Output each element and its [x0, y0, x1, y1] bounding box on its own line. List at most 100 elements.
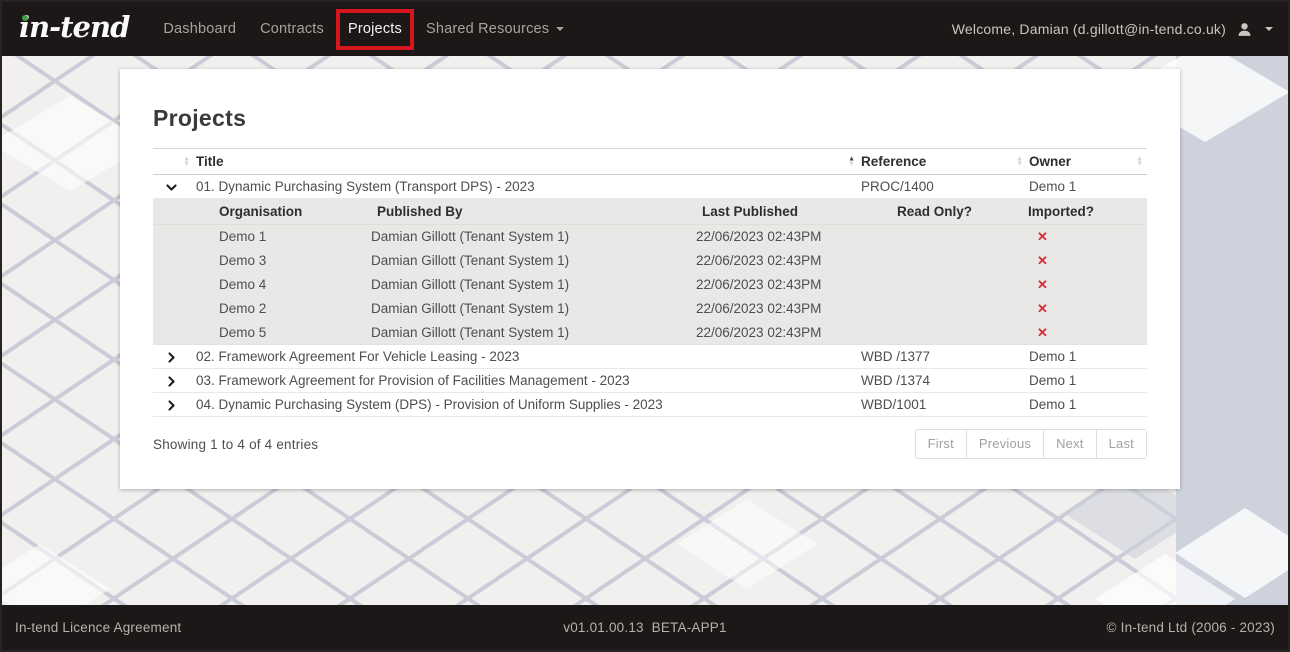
publication-imported-cell: ✕: [1014, 225, 1147, 249]
publication-last-published-cell: 22/06/2023 02:43PM: [694, 321, 889, 345]
subtable-header-organisation: Organisation: [153, 199, 369, 225]
publication-row: Demo 5Damian Gillott (Tenant System 1)22…: [153, 321, 1147, 345]
publication-organisation-cell: Demo 5: [153, 321, 369, 345]
chevron-down-icon: [165, 181, 178, 194]
expanded-detail-row: OrganisationPublished ByLast PublishedRe…: [153, 199, 1147, 345]
project-title-cell: 03. Framework Agreement for Provision of…: [194, 369, 859, 393]
project-reference-cell: PROC/1400: [859, 175, 1027, 199]
row-expander[interactable]: [153, 393, 194, 417]
publication-row: Demo 1Damian Gillott (Tenant System 1)22…: [153, 225, 1147, 249]
x-icon: ✕: [1037, 301, 1048, 316]
entries-summary: Showing 1 to 4 of 4 entries: [153, 437, 318, 452]
project-title-cell: 02. Framework Agreement For Vehicle Leas…: [194, 345, 859, 369]
project-reference-cell: WBD /1374: [859, 369, 1027, 393]
project-owner-cell: Demo 1: [1027, 369, 1147, 393]
footer-copyright: © In-tend Ltd (2006 - 2023): [1107, 620, 1275, 635]
project-row: 04. Dynamic Purchasing System (DPS) - Pr…: [153, 393, 1147, 417]
publication-imported-cell: ✕: [1014, 249, 1147, 273]
nav-item-dashboard[interactable]: Dashboard: [163, 2, 236, 56]
chevron-right-icon: [165, 399, 178, 412]
brand-logo[interactable]: in-tend: [19, 10, 129, 44]
publication-published-by-cell: Damian Gillott (Tenant System 1): [369, 321, 694, 345]
nav-item-shared-resources[interactable]: Shared Resources: [426, 2, 564, 56]
publication-imported-cell: ✕: [1014, 297, 1147, 321]
publications-subtable: OrganisationPublished ByLast PublishedRe…: [153, 199, 1147, 344]
column-header-expander[interactable]: ▲▼: [153, 149, 194, 175]
column-header-reference[interactable]: Reference ▲▼: [859, 149, 1027, 175]
project-title-cell: 01. Dynamic Purchasing System (Transport…: [194, 175, 859, 199]
publication-read-only-cell: [889, 249, 1014, 273]
project-row: 02. Framework Agreement For Vehicle Leas…: [153, 345, 1147, 369]
publication-last-published-cell: 22/06/2023 02:43PM: [694, 249, 889, 273]
caret-down-icon: [556, 27, 564, 31]
nav-item-label: Contracts: [260, 21, 324, 37]
x-icon: ✕: [1037, 277, 1048, 292]
publication-row: Demo 2Damian Gillott (Tenant System 1)22…: [153, 297, 1147, 321]
subtable-header-published-by: Published By: [369, 199, 694, 225]
publication-organisation-cell: Demo 3: [153, 249, 369, 273]
chevron-right-icon: [165, 351, 178, 364]
publication-published-by-cell: Damian Gillott (Tenant System 1): [369, 297, 694, 321]
project-reference-cell: WBD /1377: [859, 345, 1027, 369]
publication-read-only-cell: [889, 273, 1014, 297]
column-header-owner[interactable]: Owner▲▼: [1027, 149, 1147, 175]
project-reference-cell: WBD/1001: [859, 393, 1027, 417]
publication-read-only-cell: [889, 297, 1014, 321]
project-row: 03. Framework Agreement for Provision of…: [153, 369, 1147, 393]
nav-menu: Dashboard Contracts Projects Shared Resourc…: [151, 2, 576, 56]
publication-last-published-cell: 22/06/2023 02:43PM: [694, 297, 889, 321]
pagination-next[interactable]: Next: [1044, 429, 1097, 459]
publication-published-by-cell: Damian Gillott (Tenant System 1): [369, 225, 694, 249]
publication-imported-cell: ✕: [1014, 321, 1147, 345]
user-menu[interactable]: Welcome, Damian (d.gillott@in-tend.co.uk…: [952, 21, 1273, 38]
background-diamond: [2, 544, 110, 605]
publication-organisation-cell: Demo 1: [153, 225, 369, 249]
nav-item-label: Dashboard: [163, 21, 236, 37]
subtable-header-read-only: Read Only?: [889, 199, 1014, 225]
pagination: FirstPreviousNextLast: [915, 429, 1147, 459]
app-window: in-tend Dashboard Contracts Projects Shared…: [0, 0, 1290, 652]
chevron-right-icon: [165, 375, 178, 388]
brand-logo-text: in-tend: [19, 10, 129, 44]
publication-last-published-cell: 22/06/2023 02:43PM: [694, 273, 889, 297]
pagination-first[interactable]: First: [915, 429, 967, 459]
publication-organisation-cell: Demo 2: [153, 297, 369, 321]
welcome-text: Welcome, Damian (d.gillott@in-tend.co.uk…: [952, 21, 1226, 37]
nav-item-projects[interactable]: Projects: [348, 2, 402, 56]
project-owner-cell: Demo 1: [1027, 345, 1147, 369]
nav-item-label: Shared Resources: [426, 21, 549, 37]
publication-row: Demo 3Damian Gillott (Tenant System 1)22…: [153, 249, 1147, 273]
expanded-detail-cell: OrganisationPublished ByLast PublishedRe…: [153, 199, 1147, 345]
publication-last-published-cell: 22/06/2023 02:43PM: [694, 225, 889, 249]
footer-licence-link[interactable]: In-tend Licence Agreement: [15, 620, 181, 635]
column-label: Owner: [1029, 154, 1071, 169]
column-label: Title: [196, 154, 224, 169]
project-owner-cell: Demo 1: [1027, 393, 1147, 417]
column-label: Reference: [861, 154, 926, 169]
pagination-last[interactable]: Last: [1097, 429, 1147, 459]
project-row: 01. Dynamic Purchasing System (Transport…: [153, 175, 1147, 199]
footer-version: v01.01.00.13 BETA-APP1: [563, 620, 726, 635]
projects-card: Projects ▲▼Title▲▼Reference▲▼Owner▲▼ 01.…: [120, 69, 1180, 489]
publication-organisation-cell: Demo 4: [153, 273, 369, 297]
nav-item-contracts[interactable]: Contracts: [260, 2, 324, 56]
row-expander[interactable]: [153, 345, 194, 369]
publication-published-by-cell: Damian Gillott (Tenant System 1): [369, 273, 694, 297]
sort-icon: ▲▼: [183, 156, 190, 167]
sort-icon: ▲▼: [1016, 156, 1023, 167]
publication-imported-cell: ✕: [1014, 273, 1147, 297]
column-header-title[interactable]: Title▲▼: [194, 149, 859, 175]
x-icon: ✕: [1037, 229, 1048, 244]
background-diamond: [677, 499, 817, 589]
row-expander[interactable]: [153, 369, 194, 393]
row-expander[interactable]: [153, 175, 194, 199]
caret-down-icon: [1265, 27, 1273, 31]
x-icon: ✕: [1037, 325, 1048, 340]
user-icon: [1236, 21, 1253, 38]
nav-item-label: Projects: [348, 21, 402, 37]
footer: In-tend Licence Agreement v01.01.00.13 B…: [2, 605, 1288, 650]
project-owner-cell: Demo 1: [1027, 175, 1147, 199]
logo-green-dot-icon: [22, 15, 28, 21]
pagination-previous[interactable]: Previous: [967, 429, 1044, 459]
subtable-header-last-published: Last Published: [694, 199, 889, 225]
